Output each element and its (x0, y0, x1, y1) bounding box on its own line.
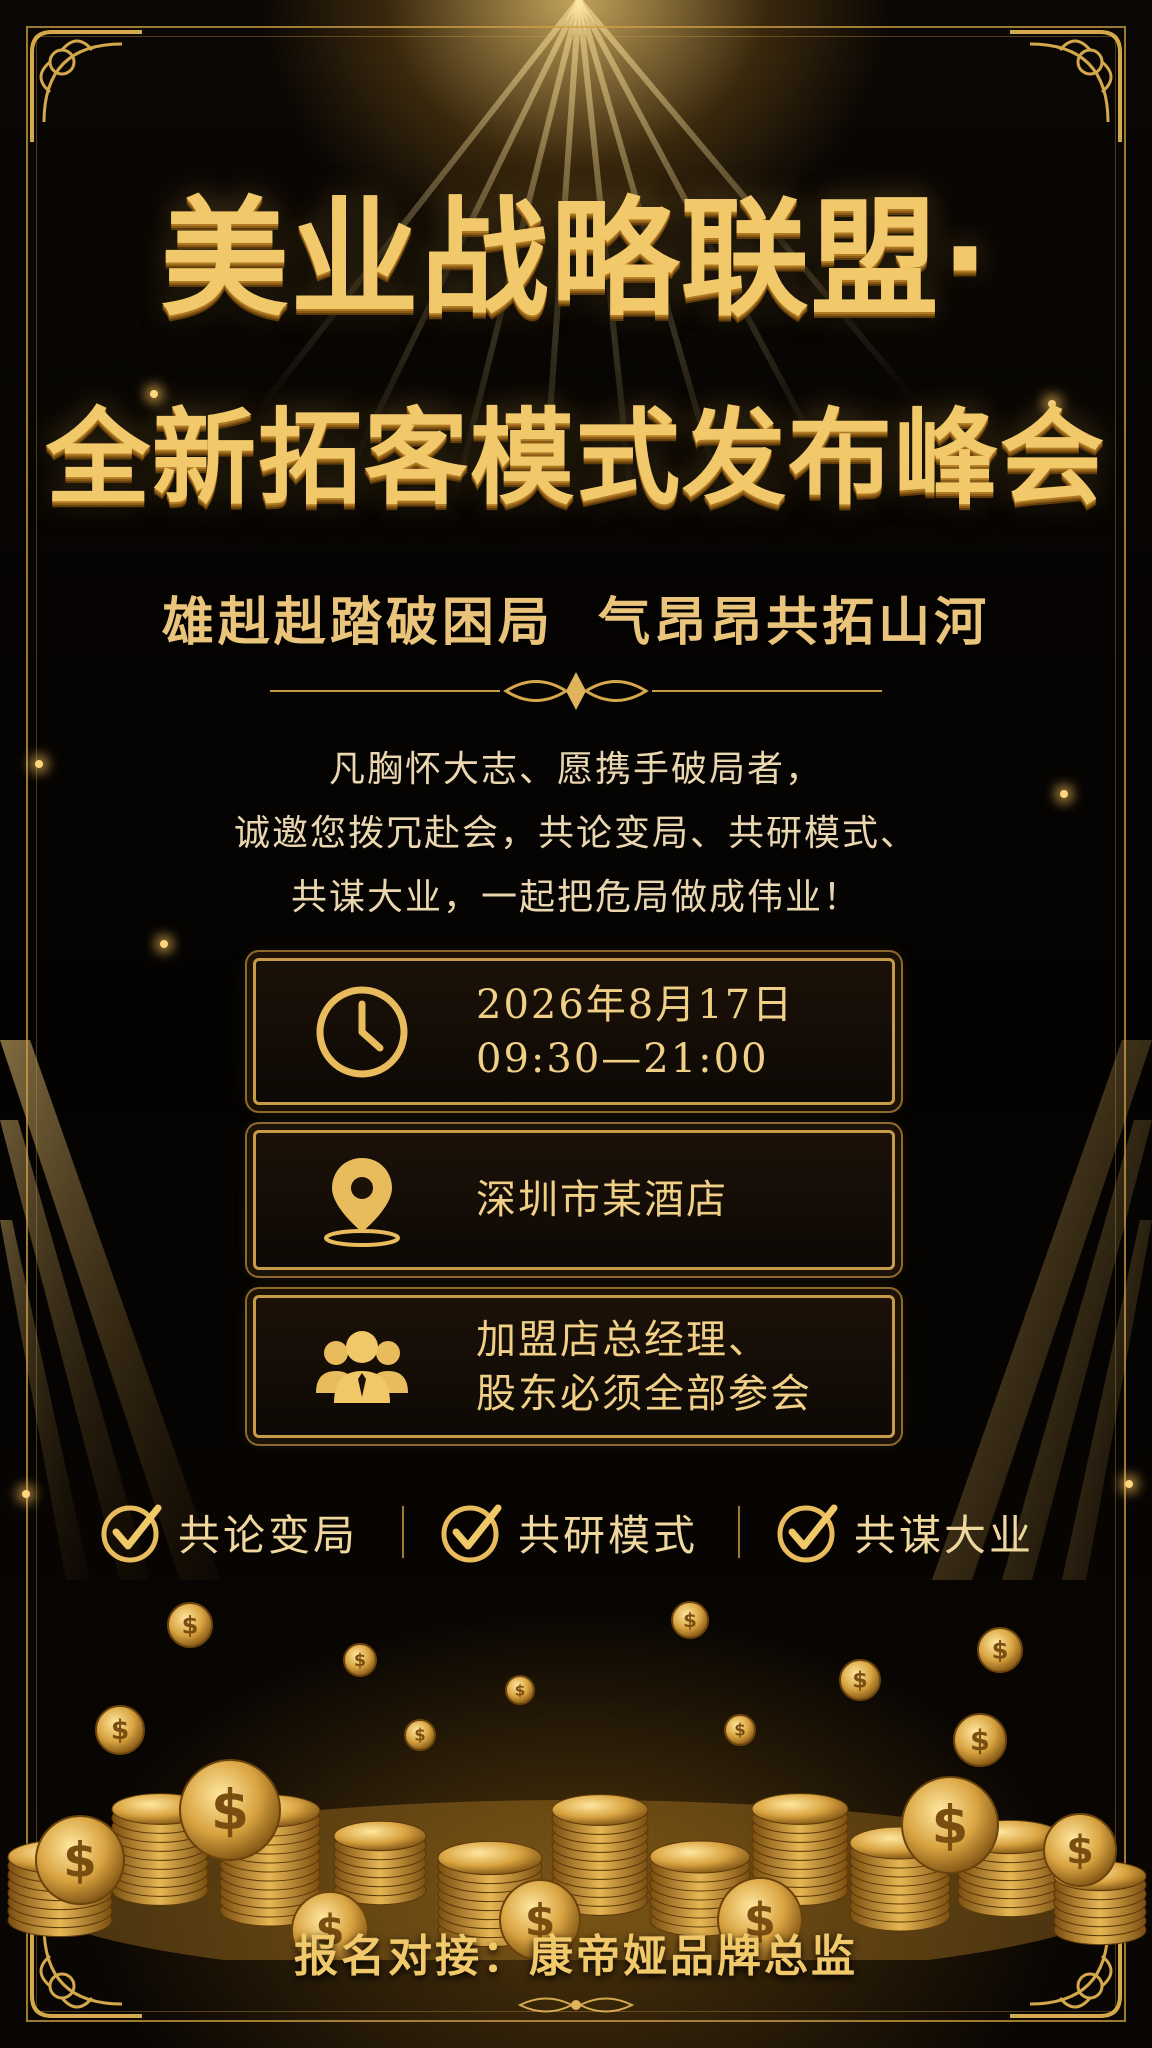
sparkle (1125, 1480, 1133, 1488)
sparkle (160, 940, 168, 948)
coin (551, 1794, 649, 1826)
dollar-sign-icon: $ (182, 1611, 199, 1639)
ornamental-divider-icon (270, 668, 882, 714)
clock-icon (314, 984, 410, 1080)
coin (649, 1840, 751, 1874)
venue-text: 深圳市某酒店 (476, 1177, 728, 1223)
dollar-sign-icon: $ (211, 1778, 249, 1842)
main-title-line1: 美业战略联盟· (160, 185, 992, 334)
corner-ornament-icon (1000, 22, 1130, 152)
dollar-sign-icon: $ (734, 1721, 745, 1740)
dollar-sign-icon: $ (111, 1715, 129, 1746)
check-icon (440, 1500, 504, 1564)
dollar-sign-icon: $ (515, 1681, 526, 1699)
event-date: 2026年8月17日 (476, 981, 795, 1028)
coin (437, 1840, 543, 1876)
dollar-sign-icon: $ (63, 1833, 97, 1889)
dollar-sign-icon: $ (1066, 1828, 1094, 1874)
attendees-text: 加盟店总经理、 股东必须全部参会 (476, 1313, 812, 1421)
attendees-line: 加盟店总经理、 (476, 1316, 770, 1363)
attendees-box: 加盟店总经理、 股东必须全部参会 (253, 1295, 895, 1438)
people-group-icon (314, 1319, 410, 1415)
corner-ornament-icon (22, 22, 152, 152)
attendees-line: 股东必须全部参会 (476, 1370, 812, 1417)
invitation-text: 凡胸怀大志、愿携手破局者， 诚邀您拨冗赴会，共论变局、共研模式、 共谋大业，一起… (0, 738, 1152, 930)
venue-box: 深圳市某酒店 (253, 1130, 895, 1270)
date-time-box: 2026年8月17日 09:30—21:00 (253, 958, 895, 1105)
feature-separator (738, 1506, 740, 1558)
intro-line: 凡胸怀大志、愿携手破局者， (328, 749, 823, 790)
dollar-sign-icon: $ (970, 1723, 990, 1757)
main-title-line2: 全新拓客模式发布峰会 (45, 397, 1106, 519)
dollar-sign-icon: $ (683, 1609, 697, 1632)
event-poster: 美业战略联盟· 全新拓客模式发布峰会 雄赳赳踏破困局 气昂昂共拓山河 凡胸怀大志… (0, 0, 1152, 2048)
registration-contact: 报名对接：康帝娅品牌总监 (294, 1931, 858, 1982)
location-pin-icon (314, 1152, 410, 1248)
coin (751, 1793, 849, 1825)
feature-label: 共谋大业 (854, 1510, 1035, 1560)
date-time-text: 2026年8月17日 09:30—21:00 (476, 978, 794, 1086)
intro-line: 诚邀您拨冗赴会，共论变局、共研模式、 (233, 813, 918, 854)
feature-label: 共研模式 (518, 1510, 699, 1560)
dollar-sign-icon: $ (992, 1636, 1009, 1664)
intro-line: 共谋大业，一起把危局做成伟业！ (290, 877, 861, 918)
dollar-sign-icon: $ (932, 1795, 969, 1856)
check-icon (100, 1500, 164, 1564)
slogan: 雄赳赳踏破困局 气昂昂共拓山河 (161, 592, 991, 653)
dollar-sign-icon: $ (852, 1669, 867, 1694)
coin (333, 1820, 427, 1852)
gold-coins-illustration: $ $ $ $ $ $ $ $ $ $ $ $ $ $ $ $ $ (0, 1560, 1152, 1980)
check-icon (776, 1500, 840, 1564)
event-time: 09:30—21:00 (476, 1035, 769, 1082)
dollar-sign-icon: $ (354, 1651, 366, 1671)
feature-separator (402, 1506, 404, 1558)
dollar-sign-icon: $ (414, 1726, 425, 1745)
bottom-ornament-icon (517, 1997, 635, 2013)
feature-label: 共论变局 (178, 1510, 359, 1560)
